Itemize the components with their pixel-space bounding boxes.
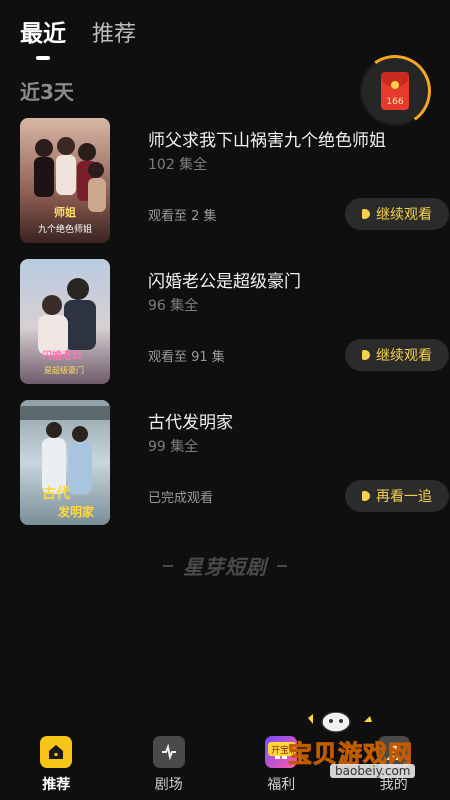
list-item[interactable]: 师姐 九个绝色师姐 师父求我下山祸害九个绝色师姐 102 集全 观看至 2 集 … (20, 118, 449, 259)
profile-icon (377, 736, 410, 768)
tv-icon (152, 736, 185, 768)
watch-history-list: 师姐 九个绝色师姐 师父求我下山祸害九个绝色师姐 102 集全 观看至 2 集 … (20, 118, 449, 541)
poster-image[interactable]: 闪婚老公 是超级豪门 (20, 259, 110, 384)
play-icon (362, 491, 370, 501)
svg-text:是超级豪门: 是超级豪门 (44, 365, 84, 375)
episode-count: 99 集全 (148, 439, 199, 455)
list-item[interactable]: 古代 发明家 古代发明家 99 集全 已完成观看 再看一追 (20, 400, 449, 541)
tab-recommend[interactable]: 推荐 (92, 16, 136, 48)
rewatch-button[interactable]: 再看一追 (345, 480, 449, 512)
top-tabs: 最近 推荐 (20, 14, 136, 60)
drama-title[interactable]: 师父求我下山祸害九个绝色师姐 (148, 126, 386, 151)
drama-title[interactable]: 闪婚老公是超级豪门 (148, 267, 301, 292)
rewatch-label: 再看一追 (376, 489, 432, 505)
watch-progress: 已完成观看 (148, 491, 214, 506)
nav-item-profile[interactable]: 我的 (338, 728, 450, 800)
continue-watching-button[interactable]: 继续观看 (345, 198, 449, 230)
svg-text:发明家: 发明家 (57, 504, 95, 519)
svg-text:闪婚老公: 闪婚老公 (42, 349, 82, 362)
svg-text:师姐: 师姐 (54, 205, 76, 219)
nav-item-theater[interactable]: 剧场 (113, 728, 226, 800)
nav-label: 福利 (267, 777, 296, 793)
continue-watching-button[interactable]: 继续观看 (345, 339, 449, 371)
play-icon (362, 350, 370, 360)
gift-icon (265, 736, 298, 768)
section-title: 近3天 (20, 80, 74, 104)
tab-recent-label: 最近 (20, 21, 66, 47)
bottom-nav: 推荐 剧场 福利 我的 (0, 728, 450, 800)
tab-recent[interactable]: 最近 (20, 14, 66, 60)
red-packet-count: 166 (386, 97, 404, 107)
watch-progress: 观看至 2 集 (148, 209, 217, 224)
episode-count: 96 集全 (148, 298, 199, 314)
poster-image[interactable]: 师姐 九个绝色师姐 (20, 118, 110, 243)
nav-label: 我的 (379, 777, 408, 793)
watch-progress: 观看至 91 集 (148, 350, 225, 365)
tab-indicator (36, 56, 50, 60)
red-envelope-icon: 166 (381, 72, 409, 110)
drama-title[interactable]: 古代发明家 (148, 408, 233, 433)
continue-watching-label: 继续观看 (376, 348, 432, 364)
tab-recommend-label: 推荐 (92, 22, 137, 47)
brand-footer: 星芽短剧 (0, 551, 450, 580)
nav-item-welfare[interactable]: 福利 (225, 728, 338, 800)
red-packet-button[interactable]: 166 (353, 49, 437, 133)
nav-label: 剧场 (154, 777, 183, 793)
divider (163, 564, 173, 567)
continue-watching-label: 继续观看 (376, 207, 432, 223)
svg-text:九个绝色师姐: 九个绝色师姐 (38, 223, 92, 235)
brand-name: 星芽短剧 (183, 555, 267, 579)
divider (277, 564, 287, 567)
list-item[interactable]: 闪婚老公 是超级豪门 闪婚老公是超级豪门 96 集全 观看至 91 集 继续观看 (20, 259, 449, 400)
episode-count: 102 集全 (148, 157, 208, 173)
svg-text:古代: 古代 (42, 485, 70, 502)
poster-image[interactable]: 古代 发明家 (20, 400, 110, 525)
nav-label: 推荐 (42, 777, 71, 793)
home-icon (40, 736, 73, 768)
play-icon (362, 209, 370, 219)
nav-item-recommend[interactable]: 推荐 (0, 728, 113, 800)
